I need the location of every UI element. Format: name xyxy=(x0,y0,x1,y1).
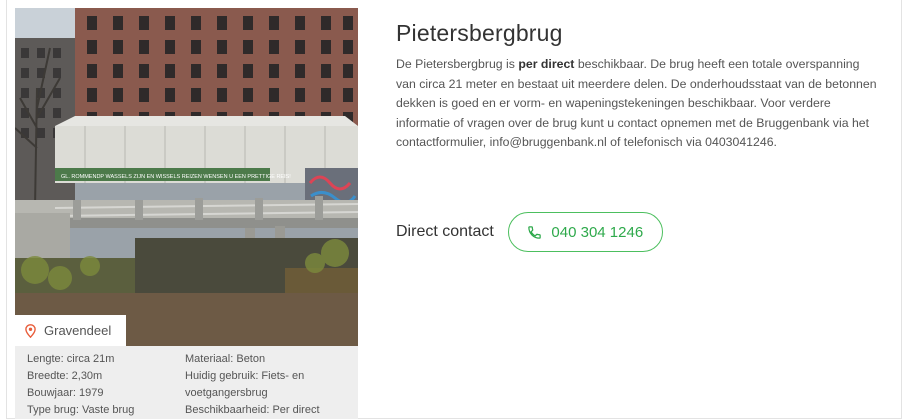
bridge-description: De Pietersbergbrug is per direct beschik… xyxy=(396,55,882,153)
description-text: De Pietersbergbrug is xyxy=(396,57,519,71)
bridge-specs: Lengte: circa 21m Breedte: 2,30m Bouwjaa… xyxy=(27,351,352,419)
phone-icon xyxy=(527,225,542,240)
spec-item: voetgangersbrug xyxy=(185,387,268,399)
bridge-details: Pietersbergbrug De Pietersbergbrug is pe… xyxy=(396,20,886,252)
bridge-photo: GL. ROMMENDP WASSELS ZIJN EN WISSELS REI… xyxy=(15,8,358,346)
spec-item: Breedte: 2,30m xyxy=(27,370,103,382)
specs-column-left: Lengte: circa 21m Breedte: 2,30m Bouwjaa… xyxy=(27,351,185,419)
location-label: Gravendeel xyxy=(44,323,112,338)
spec-item: Beschikbaarheid: Per direct xyxy=(185,404,320,416)
bridge-media-panel: GL. ROMMENDP WASSELS ZIJN EN WISSELS REI… xyxy=(15,8,358,419)
spec-item: Huidig gebruik: Fiets- en xyxy=(185,370,305,382)
phone-button[interactable]: 040 304 1246 xyxy=(507,212,663,252)
map-pin-icon xyxy=(25,323,36,338)
specs-column-right: Materiaal: Beton Huidig gebruik: Fiets- … xyxy=(185,351,352,419)
page-title: Pietersbergbrug xyxy=(396,20,563,46)
contact-label: Direct contact xyxy=(396,223,494,240)
description-emphasis: per direct xyxy=(518,57,575,71)
spec-item: Bouwjaar: 1979 xyxy=(27,387,104,399)
spec-item: Lengte: circa 21m xyxy=(27,353,115,365)
spec-item: Materiaal: Beton xyxy=(185,353,266,365)
spec-item: Type brug: Vaste brug xyxy=(27,404,135,416)
phone-number: 040 304 1246 xyxy=(551,223,644,241)
photo-banner-text: GL. ROMMENDP WASSELS ZIJN EN WISSELS REI… xyxy=(61,174,291,180)
location-badge: Gravendeel xyxy=(15,315,126,346)
contact-row: Direct contact 040 304 1246 xyxy=(396,212,663,252)
